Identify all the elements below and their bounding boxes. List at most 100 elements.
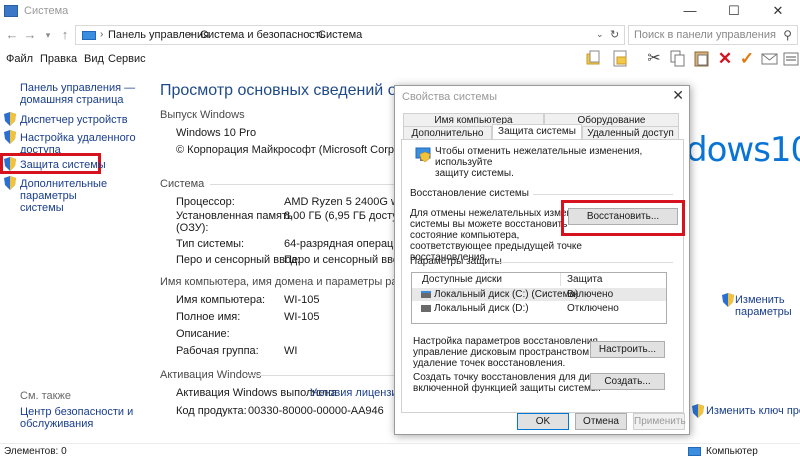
checkmark-icon[interactable]: ✓: [737, 49, 757, 69]
description-label: Описание:: [176, 328, 230, 340]
tab-system-protection[interactable]: Защита системы: [492, 124, 582, 140]
system-drive-icon: [421, 291, 431, 298]
restore-button[interactable]: Восстановить...: [568, 208, 678, 225]
protection-group-divider: [497, 262, 673, 263]
tab-advanced[interactable]: Дополнительно: [403, 126, 492, 140]
protection-group-label: Параметры защиты: [410, 256, 502, 267]
dialog-close-icon[interactable]: ✕: [672, 87, 684, 104]
system-protection-icon: [415, 146, 431, 165]
sidebar-item-device-manager[interactable]: Диспетчер устройств: [20, 114, 128, 126]
email-icon[interactable]: [760, 49, 780, 69]
menu-file[interactable]: Файл: [6, 53, 33, 65]
system-app-icon: [4, 5, 18, 17]
restore-line4: соответствующее предыдущей точке: [410, 241, 582, 252]
breadcrumb-system[interactable]: Система: [318, 29, 362, 41]
product-key-label: Код продукта:: [176, 405, 247, 417]
drive-icon: [421, 305, 431, 312]
configure-line1: Настройка параметров восстановления,: [413, 336, 601, 347]
dialog-title: Свойства системы: [402, 91, 498, 103]
tab-remote[interactable]: Удаленный доступ: [582, 126, 679, 140]
cut-icon[interactable]: ✂: [644, 49, 664, 69]
minimize-button[interactable]: —: [668, 0, 712, 24]
col-available-drives[interactable]: Доступные диски: [422, 273, 502, 286]
see-also-label: См. также: [20, 390, 71, 402]
close-button[interactable]: ✕: [756, 0, 800, 24]
control-panel-icon: [82, 31, 96, 40]
system-divider: [210, 184, 394, 185]
configure-text: Настройка параметров восстановления, упр…: [413, 336, 601, 369]
ok-button[interactable]: OK: [517, 413, 569, 430]
left-nav: Панель управления — домашняя страница Ди…: [0, 72, 150, 442]
properties-icon[interactable]: [611, 49, 631, 69]
recent-chevron-icon[interactable]: ▾: [40, 26, 56, 44]
remote-label-line1: Настройка удаленного: [20, 132, 136, 144]
search-icon[interactable]: ⚲: [783, 28, 792, 42]
refresh-icon[interactable]: ↻: [610, 28, 619, 41]
configure-line2: управление дисковым пространством и: [413, 347, 598, 358]
change-settings-link[interactable]: Изменить: [735, 294, 785, 306]
create-line2: включенной функцией защиты системы.: [413, 383, 601, 394]
drive-state: Включено: [567, 289, 614, 300]
change-product-key-link[interactable]: Изменить ключ продукта: [706, 405, 800, 417]
up-arrow-icon[interactable]: ↑: [57, 26, 73, 44]
system-type-label: Тип системы:: [176, 238, 245, 250]
full-name-label: Полное имя:: [176, 311, 241, 323]
shield-icon: [722, 293, 734, 307]
search-box[interactable]: Поиск в панели управления ⚲: [628, 25, 798, 45]
create-line1: Создать точку восстановления для дисков …: [413, 372, 619, 383]
copy-folder-icon[interactable]: [584, 49, 604, 69]
security-center-line2: обслуживания: [20, 418, 94, 430]
computer-name-value: WI-105: [284, 294, 320, 306]
drive-name: Локальный диск (D:): [434, 303, 529, 314]
cpu-label: Процессор:: [176, 196, 235, 208]
status-location: Компьютер: [706, 446, 758, 457]
drives-list[interactable]: Доступные диски Защита Локальный диск (C…: [411, 272, 667, 324]
paste-icon[interactable]: [692, 49, 712, 69]
computer-icon: [688, 447, 701, 456]
breadcrumb-system-security[interactable]: Система и безопасность: [200, 29, 326, 41]
intro-line2: защиту системы.: [435, 168, 514, 179]
change-settings-link-line2[interactable]: параметры: [735, 306, 792, 318]
copy-icon[interactable]: [668, 49, 688, 69]
status-bar: Элементов: 0 Компьютер: [0, 443, 800, 459]
full-name-value: WI-105: [284, 311, 320, 323]
menu-edit[interactable]: Правка: [40, 53, 77, 65]
sidebar-item-system-protection[interactable]: Защита системы: [20, 159, 106, 171]
back-arrow-icon[interactable]: ←: [4, 26, 20, 44]
drives-list-header: Доступные диски Защита: [412, 273, 656, 286]
address-bar[interactable]: › Панель управления › Система и безопасн…: [75, 25, 625, 45]
text-icon[interactable]: [782, 49, 800, 69]
configure-button[interactable]: Настроить...: [590, 341, 665, 358]
restore-group-divider: [533, 194, 673, 195]
cancel-button[interactable]: Отмена: [575, 413, 627, 430]
edition-name: Windows 10 Pro: [176, 127, 257, 139]
advanced-label-line1: Дополнительные параметры: [20, 178, 108, 202]
sidebar-item-advanced-settings[interactable]: Дополнительные параметры системы: [20, 178, 150, 214]
system-window: Система — ☐ ✕ ← → ▾ ↑ › Панель управлени…: [0, 0, 800, 459]
restore-group-label: Восстановление системы: [410, 188, 529, 199]
delete-icon[interactable]: ✕: [715, 49, 735, 69]
breadcrumb-control-panel[interactable]: Панель управления: [108, 29, 209, 41]
security-center-line1: Центр безопасности и: [20, 406, 134, 418]
apply-button[interactable]: Применить: [633, 413, 686, 430]
list-item[interactable]: Локальный диск (C:) (Система) Включено: [412, 288, 666, 301]
create-text: Создать точку восстановления для дисков …: [413, 372, 618, 394]
menu-view[interactable]: Вид: [84, 53, 104, 65]
menu-tools[interactable]: Сервис: [108, 53, 146, 65]
control-panel-home-link[interactable]: Панель управления — домашняя страница: [20, 82, 135, 106]
intro-line1: Чтобы отменить нежелательные изменения, …: [435, 146, 643, 168]
title-bar: Система — ☐ ✕: [0, 0, 800, 24]
col-protection[interactable]: Защита: [567, 273, 602, 286]
workgroup-value: WI: [284, 345, 298, 357]
intro-text: Чтобы отменить нежелательные изменения, …: [435, 146, 689, 179]
shield-icon: [4, 112, 16, 126]
shield-icon: [4, 176, 16, 190]
list-item[interactable]: Локальный диск (D:) Отключено: [412, 302, 656, 315]
address-dropdown-icon[interactable]: ⌄: [596, 29, 604, 40]
forward-arrow-icon[interactable]: →: [22, 26, 38, 44]
security-center-link[interactable]: Центр безопасности и обслуживания: [20, 406, 133, 430]
drive-name: Локальный диск (C:) (Система): [434, 289, 579, 300]
maximize-button[interactable]: ☐: [712, 0, 756, 24]
create-button[interactable]: Создать...: [590, 373, 665, 390]
home-link-line2: домашняя страница: [20, 94, 124, 106]
